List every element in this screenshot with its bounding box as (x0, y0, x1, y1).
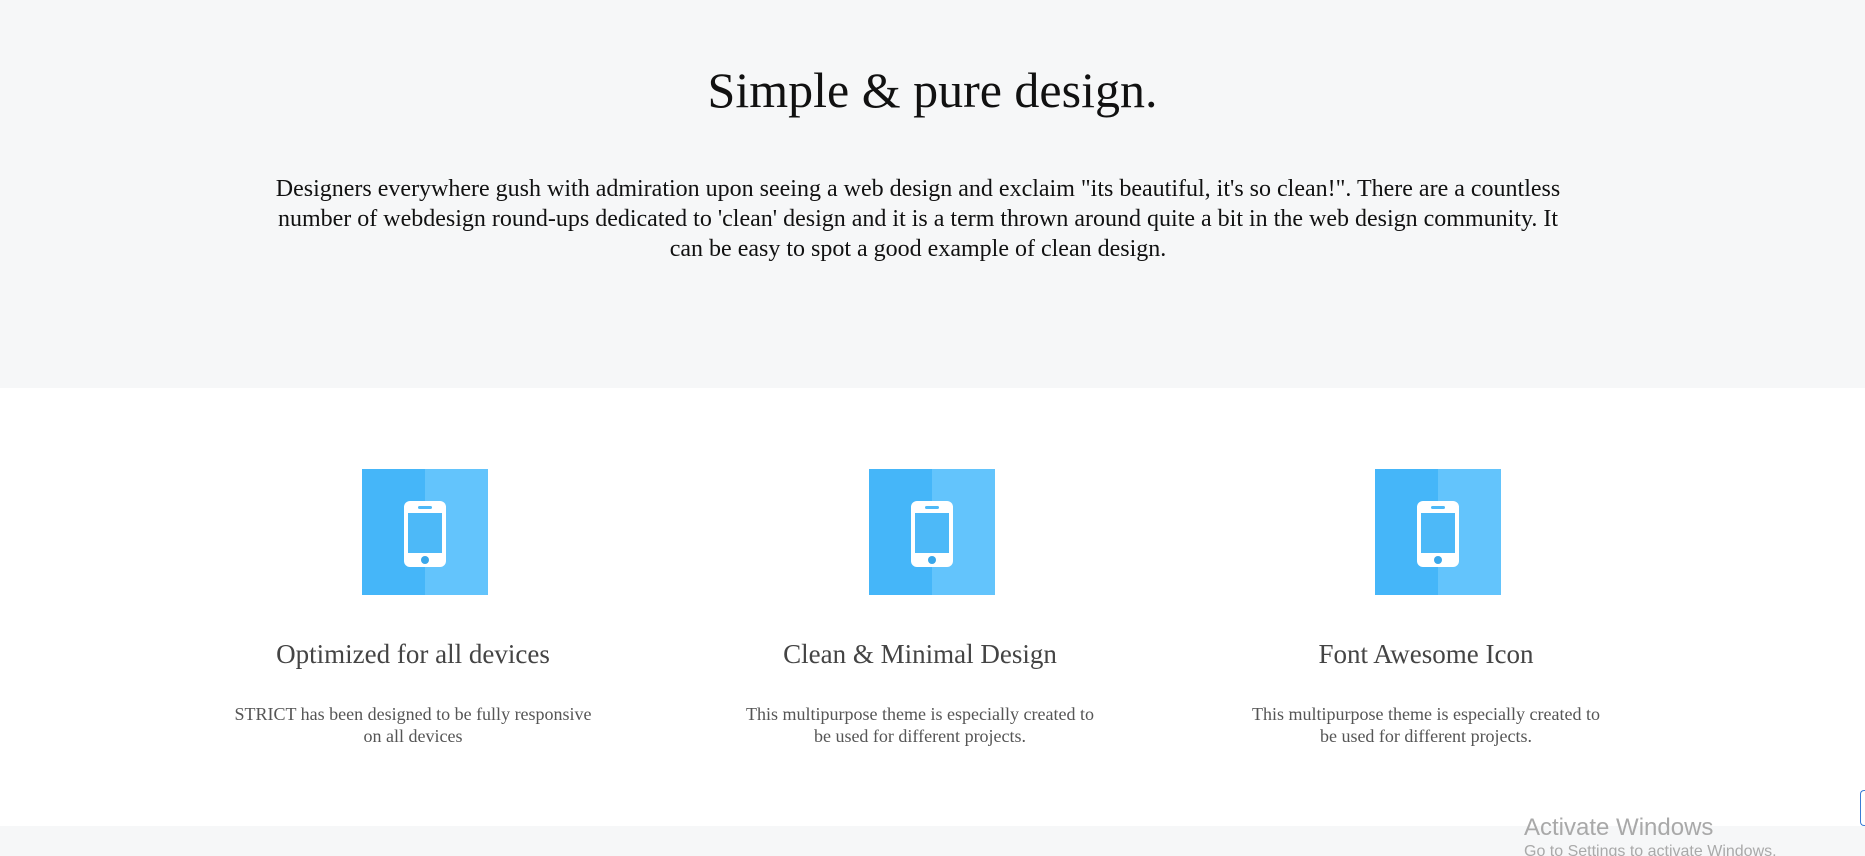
scroll-to-top-button[interactable] (1860, 790, 1865, 826)
smartphone-icon (869, 469, 995, 595)
feature-title: Clean & Minimal Design (783, 639, 1057, 669)
activate-windows-watermark: Activate Windows Go to Settings to activ… (1524, 814, 1854, 856)
hero-title: Simple & pure design. (707, 62, 1158, 118)
hero-description: Designers everywhere gush with admiratio… (275, 176, 1561, 262)
feature-title: Optimized for all devices (276, 639, 550, 669)
watermark-title: Activate Windows (1524, 814, 1714, 841)
feature-title: Font Awesome Icon (1318, 639, 1534, 669)
feature-description: This multipurpose theme is especially cr… (746, 704, 1094, 746)
feature-description: This multipurpose theme is especially cr… (1252, 704, 1600, 746)
feature-description: STRICT has been designed to be fully res… (234, 704, 592, 746)
smartphone-icon (1375, 469, 1501, 595)
hero-section: Simple & pure design. Designers everywhe… (0, 0, 1865, 388)
smartphone-icon (362, 469, 488, 595)
watermark-subtitle: Go to Settings to activate Windows. (1524, 843, 1777, 856)
features-section: Optimized for all devices STRICT has bee… (0, 388, 1865, 826)
